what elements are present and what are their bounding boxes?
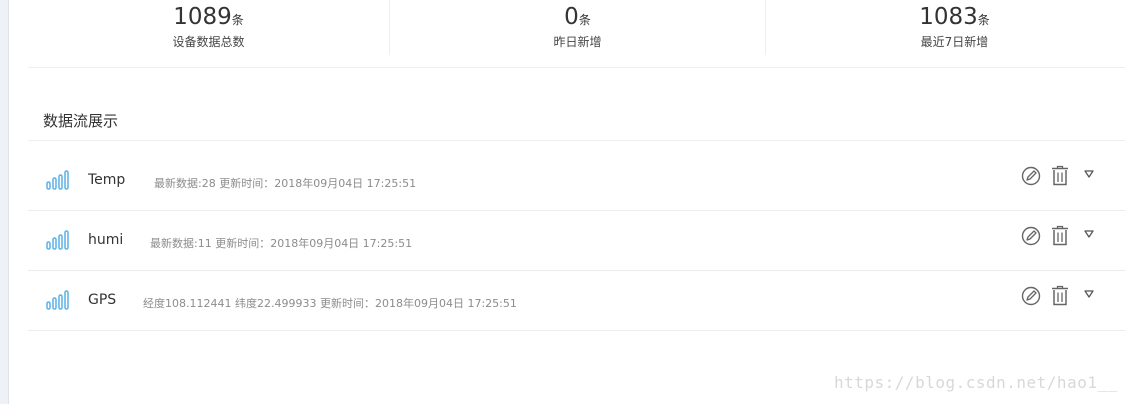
trash-icon[interactable]	[1051, 225, 1069, 246]
stat-total-unit: 条	[231, 13, 244, 27]
stream-name: humi	[88, 232, 124, 248]
stat-last7days: 1083条 最近7日新增	[766, 0, 1125, 55]
stat-yesterday-unit: 条	[578, 13, 591, 27]
stream-name: Temp	[88, 172, 126, 188]
edit-icon[interactable]	[1021, 166, 1041, 186]
stat-total: 1089条 设备数据总数	[28, 0, 389, 55]
stat-last7days-unit: 条	[977, 13, 990, 27]
caret-down-icon[interactable]	[1084, 290, 1094, 298]
edit-icon[interactable]	[1021, 286, 1041, 306]
caret-down-icon[interactable]	[1084, 170, 1094, 178]
stream-row-gps[interactable]: GPS 经度108.112441 纬度22.499933 更新时间：2018年0…	[28, 271, 1125, 331]
stat-yesterday: 0条 昨日新增	[390, 0, 765, 55]
bar-chart-icon	[46, 290, 69, 310]
stat-last7days-label: 最近7日新增	[920, 35, 989, 49]
stat-last7days-value: 1083	[919, 4, 978, 30]
left-sidebar-edge	[0, 0, 9, 404]
stat-yesterday-value: 0	[564, 4, 579, 30]
stat-yesterday-label: 昨日新增	[553, 35, 602, 49]
edit-icon[interactable]	[1021, 226, 1041, 246]
trash-icon[interactable]	[1051, 165, 1069, 186]
section-title: 数据流展示	[43, 112, 119, 130]
stream-row-humi[interactable]: humi 最新数据:11 更新时间：2018年09月04日 17:25:51	[28, 211, 1125, 271]
trash-icon[interactable]	[1051, 285, 1069, 306]
stream-info: 经度108.112441 纬度22.499933 更新时间：2018年09月04…	[143, 297, 517, 310]
stream-row-temp[interactable]: Temp 最新数据:28 更新时间：2018年09月04日 17:25:51	[28, 151, 1125, 211]
bar-chart-icon	[46, 230, 69, 250]
section-divider	[28, 140, 1125, 141]
watermark: https://blog.csdn.net/hao1__	[834, 373, 1118, 392]
stat-total-label: 设备数据总数	[172, 35, 245, 49]
stream-info: 最新数据:11 更新时间：2018年09月04日 17:25:51	[150, 237, 413, 250]
stats-bar: 1089条 设备数据总数 0条 昨日新增 1083条 最近7日新增	[28, 0, 1125, 68]
stream-info: 最新数据:28 更新时间：2018年09月04日 17:25:51	[154, 177, 417, 190]
caret-down-icon[interactable]	[1084, 230, 1094, 238]
stat-total-value: 1089	[173, 4, 232, 30]
bar-chart-icon	[46, 170, 69, 190]
stream-name: GPS	[88, 292, 117, 308]
